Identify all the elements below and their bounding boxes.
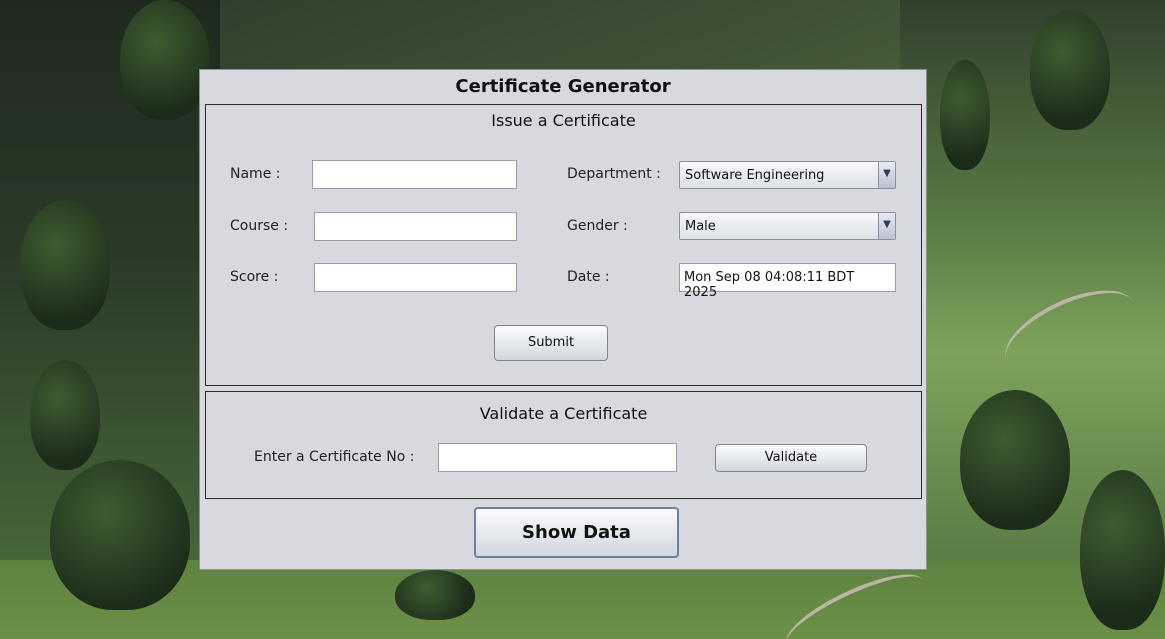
gender-dropdown[interactable]: Male ▼ [679, 212, 896, 240]
background-tree [960, 390, 1070, 530]
certificate-generator-window: Certificate Generator Issue a Certificat… [199, 69, 927, 570]
background-tree [1030, 10, 1110, 130]
score-field[interactable] [314, 263, 517, 292]
background-tree [395, 570, 475, 620]
background-tree [1080, 470, 1165, 630]
chevron-down-icon[interactable]: ▼ [878, 213, 895, 239]
issue-certificate-panel: Issue a Certificate Name : Course : Scor… [205, 104, 922, 386]
submit-button[interactable]: Submit [494, 325, 608, 361]
validate-certificate-panel: Validate a Certificate Enter a Certifica… [205, 391, 922, 499]
department-selected-value: Software Engineering [685, 168, 825, 183]
department-label: Department : [567, 166, 661, 182]
course-label: Course : [230, 218, 289, 234]
date-label: Date : [567, 269, 610, 285]
background-tree [120, 0, 210, 120]
background-tree [20, 200, 110, 330]
certificate-number-label: Enter a Certificate No : [254, 449, 415, 465]
score-label: Score : [230, 269, 279, 285]
issue-panel-title: Issue a Certificate [491, 111, 636, 130]
app-title: Certificate Generator [455, 76, 671, 97]
show-data-button[interactable]: Show Data [474, 507, 679, 558]
name-label: Name : [230, 166, 281, 182]
course-field[interactable] [314, 212, 517, 241]
certificate-number-field[interactable] [438, 443, 677, 472]
name-field[interactable] [312, 160, 517, 189]
gender-selected-value: Male [685, 219, 716, 234]
validate-panel-title: Validate a Certificate [479, 404, 648, 423]
background-tree [940, 60, 990, 170]
gender-label: Gender : [567, 218, 628, 234]
background-tree [30, 360, 100, 470]
background-tree [50, 460, 190, 610]
date-field[interactable]: Mon Sep 08 04:08:11 BDT 2025 [679, 263, 896, 300]
department-dropdown[interactable]: Software Engineering ▼ [679, 161, 896, 189]
validate-button[interactable]: Validate [715, 444, 867, 472]
chevron-down-icon[interactable]: ▼ [878, 162, 895, 188]
